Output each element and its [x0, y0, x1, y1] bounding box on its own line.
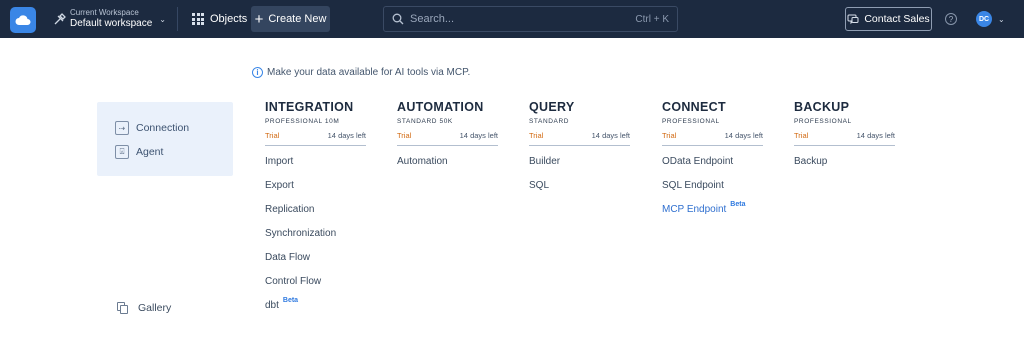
trial-label: Trial [397, 131, 412, 140]
beta-badge: Beta [282, 297, 299, 304]
menu-item-label: Export [265, 180, 294, 191]
search-input[interactable]: Search... Ctrl + K [383, 6, 678, 32]
product-plan: PROFESSIONAL [662, 118, 720, 125]
mcp-info-banner: i Make your data available for AI tools … [252, 67, 470, 78]
product-title: AUTOMATION [397, 100, 484, 114]
menu-item-import[interactable]: Import [265, 152, 366, 176]
cloud-icon [15, 15, 31, 25]
menu-item-label: Import [265, 156, 294, 167]
menu-item-label: Backup [794, 156, 828, 167]
avatar: DC [976, 11, 992, 27]
create-new-label: Create New [268, 13, 327, 25]
days-left: 14 days left [724, 131, 763, 140]
menu-item-mcp-endpoint[interactable]: MCP Endpoint Beta [662, 200, 763, 224]
search-icon [392, 13, 404, 25]
days-left: 14 days left [327, 131, 366, 140]
menu-item-label: MCP Endpoint [662, 204, 727, 215]
product-plan: STANDARD 50K [397, 118, 453, 125]
days-left: 14 days left [856, 131, 895, 140]
mcp-info-text: Make your data available for AI tools vi… [267, 67, 471, 78]
app-logo[interactable] [10, 7, 36, 33]
top-navigation-bar: Current Workspace Default workspace ⌄ Ob… [0, 0, 1024, 38]
objects-button[interactable]: Objects [190, 6, 249, 32]
column-divider [662, 145, 763, 146]
menu-item-sql[interactable]: SQL [529, 176, 630, 200]
sidebar-item-label: Agent [136, 146, 164, 158]
workspace-selector[interactable]: Current Workspace Default workspace ⌄ [53, 8, 166, 29]
product-column-query: QUERY STANDARD Trial 14 days left Builde… [529, 100, 630, 200]
menu-item-builder[interactable]: Builder [529, 152, 630, 176]
menu-item-dbt[interactable]: dbt Beta [265, 296, 366, 320]
menu-item-label: Replication [265, 204, 315, 215]
menu-item-label: Synchronization [265, 228, 337, 239]
trial-label: Trial [794, 131, 809, 140]
column-divider [397, 145, 498, 146]
trial-label: Trial [529, 131, 544, 140]
search-placeholder: Search... [410, 13, 455, 25]
product-column-connect: CONNECT PROFESSIONAL Trial 14 days left … [662, 100, 763, 224]
menu-item-export[interactable]: Export [265, 176, 366, 200]
grid-icon [192, 13, 204, 25]
contact-sales-button[interactable]: Contact Sales [845, 7, 932, 31]
beta-badge: Beta [730, 201, 746, 208]
menu-item-label: Automation [397, 156, 448, 167]
product-column-automation: AUTOMATION STANDARD 50K Trial 14 days le… [397, 100, 498, 176]
menu-item-label: Data Flow [265, 252, 311, 263]
help-icon[interactable]: ? [945, 13, 957, 25]
menu-item-backup[interactable]: Backup [794, 152, 895, 176]
copy-icon [117, 302, 128, 314]
menu-item-label: Builder [529, 156, 561, 167]
product-plan: PROFESSIONAL 10M [265, 118, 340, 125]
product-column-backup: BACKUP PROFESSIONAL Trial 14 days left B… [794, 100, 895, 176]
trial-label: Trial [265, 131, 280, 140]
workspace-icon [54, 12, 66, 24]
contact-sales-label: Contact Sales [864, 13, 930, 25]
sidebar-item-label: Connection [136, 122, 190, 134]
days-left: 14 days left [459, 131, 498, 140]
column-divider [265, 145, 366, 146]
product-title: CONNECT [662, 100, 726, 114]
user-menu[interactable]: DC ⌄ [976, 11, 1005, 27]
sidebar-item-connection[interactable]: ⇢ Connection [115, 121, 189, 135]
menu-item-label: Control Flow [265, 276, 322, 287]
product-title: QUERY [529, 100, 575, 114]
topbar-divider [177, 7, 178, 31]
days-left: 14 days left [591, 131, 630, 140]
column-divider [794, 145, 895, 146]
menu-item-label: SQL [529, 180, 550, 191]
gallery-label: Gallery [138, 302, 172, 314]
menu-item-label: dbt [265, 300, 279, 311]
agent-icon: ⍓ [115, 145, 129, 159]
create-new-button[interactable]: + Create New [251, 6, 330, 32]
chevron-down-icon: ⌄ [159, 15, 166, 24]
product-column-integration: INTEGRATION PROFESSIONAL 10M Trial 14 da… [265, 100, 366, 320]
trial-label: Trial [662, 131, 677, 140]
workspace-caption: Current Workspace [70, 8, 139, 17]
menu-item-synchronization[interactable]: Synchronization [265, 224, 366, 248]
menu-item-label: OData Endpoint [662, 156, 734, 167]
column-divider [529, 145, 630, 146]
workspace-name: Default workspace [70, 18, 153, 29]
info-icon: i [252, 67, 263, 78]
sidebar-item-agent[interactable]: ⍓ Agent [115, 145, 163, 159]
connection-icon: ⇢ [115, 121, 129, 135]
product-title: INTEGRATION [265, 100, 354, 114]
product-plan: PROFESSIONAL [794, 118, 852, 125]
search-shortcut: Ctrl + K [635, 13, 669, 25]
menu-item-automation[interactable]: Automation [397, 152, 498, 176]
chevron-down-icon: ⌄ [998, 14, 1005, 24]
menu-item-replication[interactable]: Replication [265, 200, 366, 224]
menu-item-data-flow[interactable]: Data Flow [265, 248, 366, 272]
menu-item-odata-endpoint[interactable]: OData Endpoint [662, 152, 763, 176]
product-title: BACKUP [794, 100, 850, 114]
chat-icon [847, 14, 859, 24]
create-type-panel: ⇢ Connection ⍓ Agent [97, 102, 233, 176]
gallery-link[interactable]: Gallery [117, 302, 171, 314]
menu-item-label: SQL Endpoint [662, 180, 724, 191]
product-plan: STANDARD [529, 118, 570, 125]
menu-item-control-flow[interactable]: Control Flow [265, 272, 366, 296]
menu-item-sql-endpoint[interactable]: SQL Endpoint [662, 176, 763, 200]
objects-label: Objects [210, 13, 248, 25]
plus-icon: + [254, 10, 264, 28]
